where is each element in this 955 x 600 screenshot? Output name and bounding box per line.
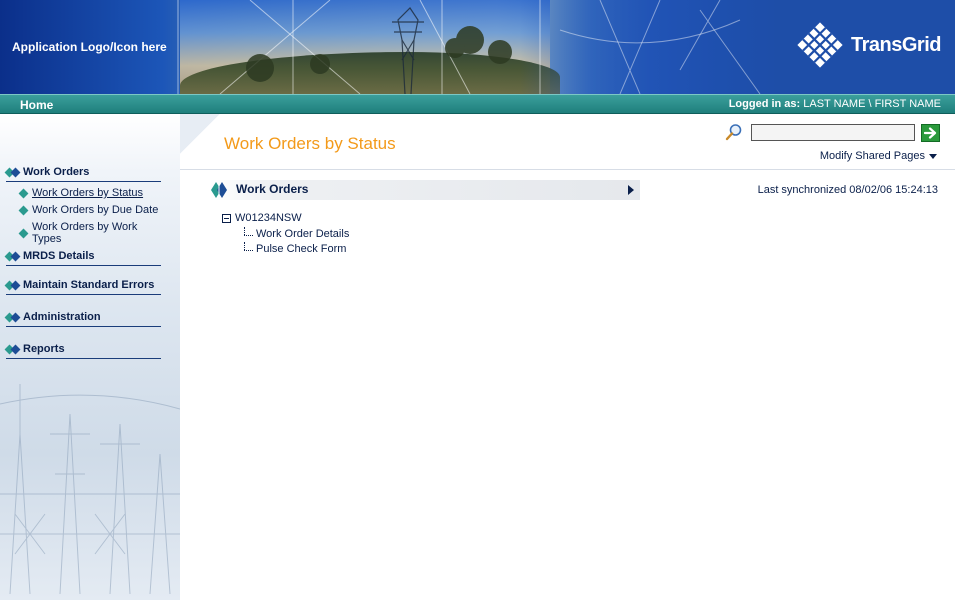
nav-heading-administration[interactable]: Administration [4,311,161,327]
logged-in-label: Logged in as: [728,98,801,110]
tree-node-root[interactable]: W01234NSW [222,212,349,224]
title-divider [180,169,955,170]
nav-heading-label: Maintain Standard Errors [23,279,155,291]
nav-item-label: Work Orders by Due Date [32,204,159,216]
collapse-minus-icon[interactable] [222,213,231,223]
nav-section-maintain-standard-errors: Maintain Standard Errors [4,279,166,295]
nav-item-work-orders-by-due-date[interactable]: Work Orders by Due Date [18,204,166,216]
transgrid-diamond-icon [797,22,843,68]
login-info: Logged in as: LAST NAME \ FIRST NAME [729,98,941,110]
tree-node-work-order-details[interactable]: Work Order Details [244,227,349,242]
nav-heading-mrds-details[interactable]: MRDS Details [4,250,161,266]
home-link[interactable]: Home [20,98,53,112]
nav-heading-work-orders[interactable]: Work Orders [4,166,161,182]
nav-heading-label: Reports [23,343,65,355]
nav-item-work-orders-by-work-types[interactable]: Work Orders by Work Types [18,221,166,245]
header-banner: Application Logo/Icon here TransGrid [0,0,955,94]
search-input[interactable] [751,124,915,141]
diamond-bullet-icon [18,228,29,238]
diamond-bullet-icon [4,344,21,354]
left-sidebar: Work Orders Work Orders by Status Work O… [0,114,180,600]
diamond-bullet-icon [4,312,21,322]
nav-item-label: Work Orders by Work Types [32,221,138,245]
content-corner-decoration [180,114,220,154]
diamond-bullet-icon [4,251,21,261]
nav-heading-label: Work Orders [23,166,90,178]
nav-section-work-orders: Work Orders Work Orders by Status Work O… [4,166,166,245]
diamond-bullet-icon [18,188,29,198]
expand-arrow-icon[interactable] [628,185,634,195]
webpart-title: Work Orders [236,182,309,196]
nav-section-mrds-details: MRDS Details [4,250,166,266]
user-name: LAST NAME \ FIRST NAME [803,98,941,110]
main-content: Work Orders by Status Modify Shared Page… [180,114,955,600]
diamond-bullet-icon [4,167,21,177]
nav-heading-label: Administration [23,311,101,323]
nav-section-administration: Administration [4,311,166,327]
brand-name: TransGrid [851,33,941,56]
search-go-button[interactable] [921,124,940,142]
last-synchronized-text: Last synchronized 08/02/06 15:24:13 [757,184,938,196]
work-orders-diamond-icon [211,182,227,198]
nav-heading-reports[interactable]: Reports [4,343,161,359]
search-icon[interactable] [725,123,743,141]
top-nav-bar: Home Logged in as: LAST NAME \ FIRST NAM… [0,94,955,114]
caret-down-icon [929,153,937,159]
nav-section-reports: Reports [4,343,166,359]
arrow-right-icon [923,127,936,139]
tree-node-label: W01234NSW [235,212,302,224]
work-order-tree: W01234NSW Work Order Details Pulse Check… [222,212,349,257]
transgrid-logo: TransGrid [795,20,941,70]
app-logo-placeholder: Application Logo/Icon here [12,40,167,54]
page-title: Work Orders by Status [224,134,396,153]
diamond-bullet-icon [18,205,29,215]
nav-item-label: Work Orders by Status [32,187,144,199]
modify-shared-pages-label: Modify Shared Pages [819,150,925,162]
diamond-bullet-icon [4,280,21,290]
webpart-header-work-orders[interactable]: Work Orders [210,180,640,200]
nav-heading-maintain-standard-errors[interactable]: Maintain Standard Errors [4,279,161,295]
modify-shared-pages-menu[interactable]: Modify Shared Pages [820,150,937,162]
nav-heading-label: MRDS Details [23,250,95,262]
nav-item-work-orders-by-status[interactable]: Work Orders by Status [18,187,166,199]
tree-node-pulse-check-form[interactable]: Pulse Check Form [244,242,349,257]
